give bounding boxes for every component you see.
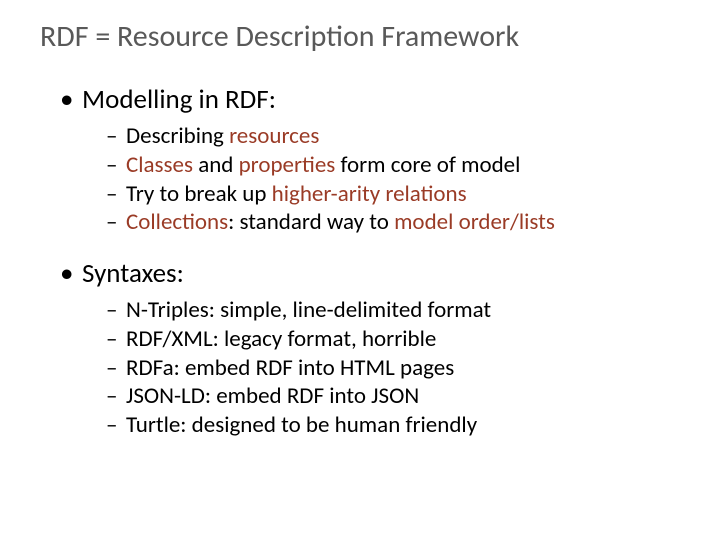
bullet-icon: • <box>60 83 82 116</box>
dash-icon: – <box>106 151 126 180</box>
section-modelling: •Modelling in RDF: –Describing resources… <box>60 83 680 237</box>
section-heading-text: Syntaxes: <box>82 257 184 290</box>
section-heading: •Syntaxes: <box>60 257 680 290</box>
list-item: –RDF/XML: legacy format, horrible <box>106 325 680 354</box>
list-item: –RDFa: embed RDF into HTML pages <box>106 354 680 383</box>
list-item: –Try to break up higher-arity relations <box>106 180 680 209</box>
sub-list: –Describing resources –Classes and prope… <box>60 122 680 237</box>
dash-icon: – <box>106 296 126 325</box>
dash-icon: – <box>106 411 126 440</box>
dash-icon: – <box>106 354 126 383</box>
dash-icon: – <box>106 325 126 354</box>
dash-icon: – <box>106 180 126 209</box>
section-heading-text: Modelling in RDF: <box>82 83 276 116</box>
sub-list: –N-Triples: simple, line-delimited forma… <box>60 296 680 440</box>
slide-title: RDF = Resource Description Framework <box>40 18 680 55</box>
list-item: –Classes and properties form core of mod… <box>106 151 680 180</box>
dash-icon: – <box>106 122 126 151</box>
list-item: –N-Triples: simple, line-delimited forma… <box>106 296 680 325</box>
slide: RDF = Resource Description Framework •Mo… <box>0 0 720 540</box>
list-item: –Describing resources <box>106 122 680 151</box>
section-syntaxes: •Syntaxes: –N-Triples: simple, line-deli… <box>60 257 680 440</box>
list-item: –Collections: standard way to model orde… <box>106 208 680 237</box>
dash-icon: – <box>106 208 126 237</box>
content-list: •Modelling in RDF: –Describing resources… <box>40 83 680 440</box>
bullet-icon: • <box>60 257 82 290</box>
list-item: –JSON-LD: embed RDF into JSON <box>106 382 680 411</box>
dash-icon: – <box>106 382 126 411</box>
list-item: –Turtle: designed to be human friendly <box>106 411 680 440</box>
section-heading: •Modelling in RDF: <box>60 83 680 116</box>
